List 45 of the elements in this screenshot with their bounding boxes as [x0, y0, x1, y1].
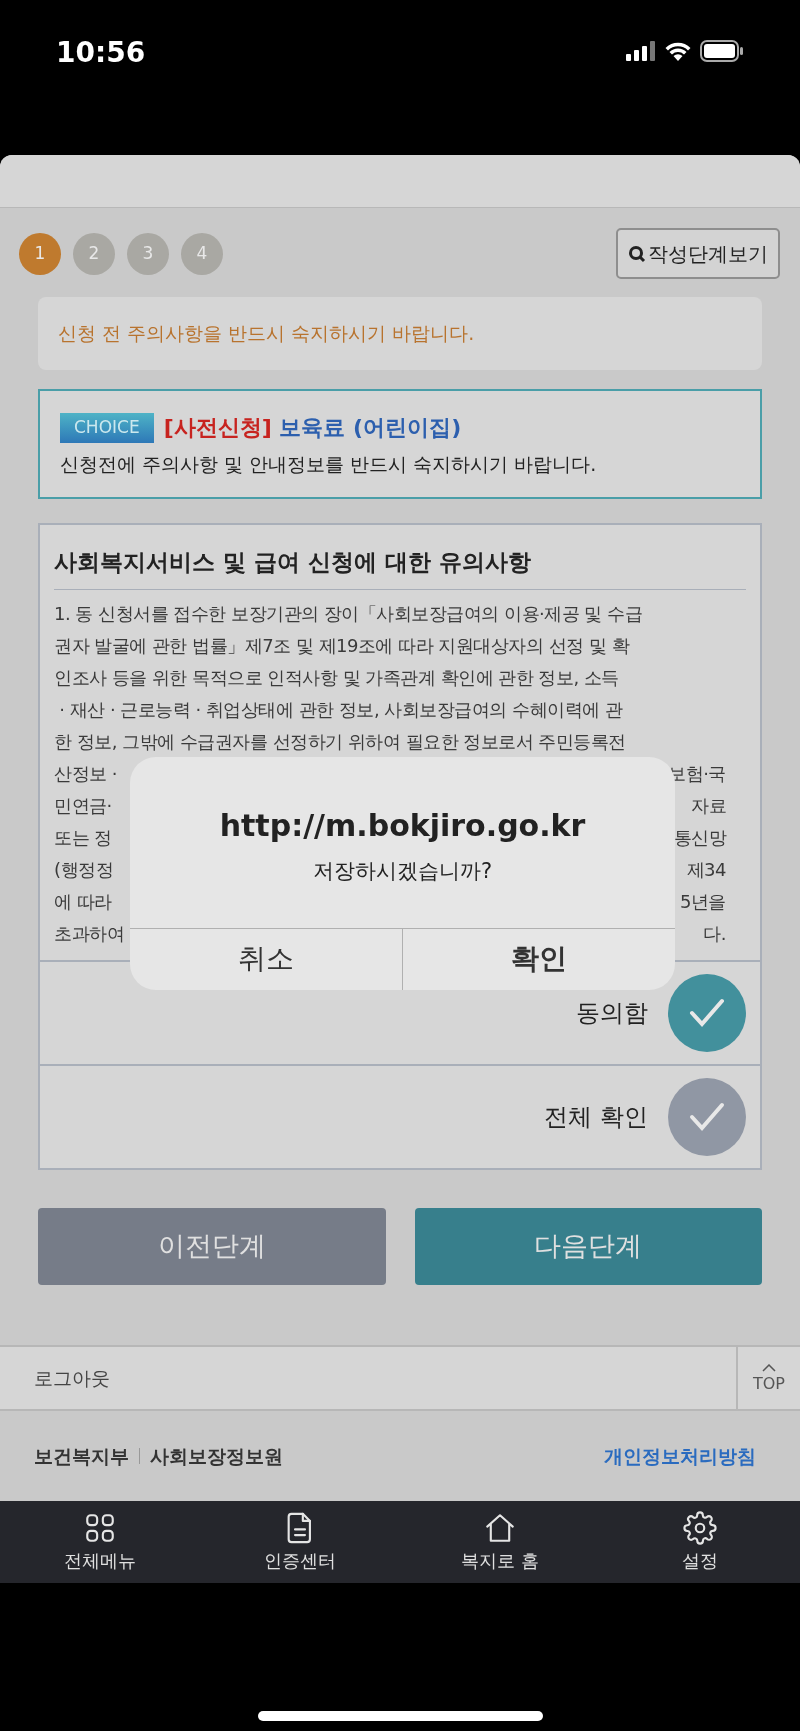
- search-icon: [628, 244, 646, 263]
- dialog-title: http://m.bokjiro.go.kr: [219, 807, 586, 845]
- nav-tab[interactable]: 복지로 홈: [400, 1501, 600, 1583]
- terms-text-fragment: 에 따라: [54, 890, 112, 914]
- check-label: 동의함: [576, 998, 648, 1029]
- terms-text-line: 한 정보, 그밖에 수급권자를 선정하기 위하여 필요한 정보로서 주민등록전: [54, 730, 627, 754]
- terms-text-fragment: 산정보 ·: [54, 762, 117, 786]
- battery-icon: [700, 40, 744, 62]
- terms-text-fragment: (행정정: [54, 858, 114, 882]
- terms-title: 사회복지서비스 및 급여 신청에 대한 유의사항: [54, 544, 746, 590]
- terms-text-fragment: 5년을: [680, 890, 726, 914]
- nav-tab[interactable]: 전체메뉴: [0, 1501, 200, 1583]
- settings-icon: [683, 1510, 717, 1545]
- status-time: 10:56: [56, 35, 146, 71]
- terms-text-line: · 재산 · 근로능력 · 취업상태에 관한 정보, 사회보장급여의 수혜이력에 관: [58, 698, 624, 722]
- terms-text-fragment: 자료: [691, 794, 726, 818]
- terms-text-fragment: 또는 정: [54, 826, 112, 850]
- service-title: [사전신청] 보육료 (어린이집): [163, 414, 462, 442]
- choice-badge: CHOICE: [60, 412, 154, 443]
- nav-tab[interactable]: 설정: [600, 1501, 800, 1583]
- signal-icon: [626, 41, 656, 61]
- wifi-icon: [664, 41, 692, 61]
- terms-text-line: 1. 동 신청서를 접수한 보장기관의 장이「사회보장급여의 이용·제공 및 수급: [54, 602, 644, 626]
- nav-tab[interactable]: 인증센터: [200, 1501, 400, 1583]
- view-steps-button[interactable]: 작성단계보기: [616, 228, 780, 279]
- service-description: 신청전에 주의사항 및 안내정보를 반드시 숙지하시기 바랍니다.: [60, 452, 598, 477]
- footer-link[interactable]: 사회보장정보원: [150, 1441, 283, 1471]
- terms-text-line: 인조사 등을 위한 목적으로 인적사항 및 가족관계 확인에 관한 정보, 소득: [54, 666, 620, 690]
- terms-text-line: 권자 발굴에 관한 법률」제7조 및 제19조에 따라 지원대상자의 선정 및 확: [54, 634, 631, 658]
- notice-banner: 신청 전 주의사항을 반드시 숙지하시기 바랍니다.: [38, 297, 762, 370]
- confirm-button[interactable]: 확인: [402, 928, 675, 990]
- caret-up-icon: [762, 1364, 776, 1372]
- checkmark-icon: [689, 1102, 725, 1132]
- dialog-message: 저장하시겠습니까?: [312, 858, 493, 885]
- terms-text-fragment: 제34: [686, 858, 726, 882]
- cancel-button[interactable]: 취소: [130, 928, 402, 990]
- terms-text-fragment: 다.: [703, 922, 726, 946]
- checkmark-icon: [689, 998, 725, 1028]
- top-button[interactable]: TOP: [736, 1347, 800, 1409]
- logout-link[interactable]: 로그아웃: [0, 1347, 736, 1409]
- terms-text-fragment: 초과하여: [54, 922, 124, 946]
- check-label: 전체 확인: [544, 1102, 648, 1133]
- footer-link[interactable]: 보건복지부: [34, 1441, 129, 1471]
- terms-text-fragment: 통신망: [673, 826, 726, 850]
- terms-text-fragment: 민연금·: [54, 794, 112, 818]
